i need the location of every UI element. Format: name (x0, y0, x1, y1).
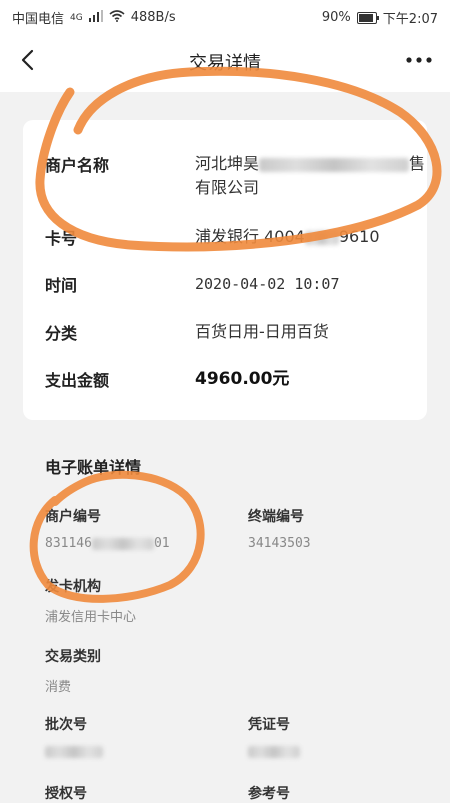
terminal-number-field: 终端编号 34143503 (248, 506, 311, 551)
status-bar: 中国电信 4G 488B/s 90% 下午2:07 (0, 0, 450, 30)
transaction-type-label: 交易类别 (45, 649, 101, 665)
category-value: 百货日用-日用百货 (195, 322, 329, 341)
voucher-number-field: 凭证号 (248, 714, 300, 759)
merchant-name-part: 售 (409, 154, 426, 173)
merchant-number-value: 831146 01 (45, 536, 170, 551)
more-dots-icon (406, 57, 432, 63)
auth-number-label: 授权号 (45, 786, 87, 802)
terminal-number-label: 终端编号 (248, 509, 304, 525)
auth-number-field: 授权号 (45, 783, 87, 803)
transaction-type-field: 交易类别 消费 (45, 646, 101, 695)
redacted-text (91, 537, 154, 550)
page-title: 交易详情 (189, 53, 261, 74)
clock: 下午2:07 (382, 12, 438, 27)
reference-number-label: 参考号 (248, 786, 290, 802)
batch-number-label: 批次号 (45, 717, 87, 733)
merchant-name-label: 商户名称 (45, 156, 110, 175)
redacted-text (304, 230, 339, 245)
merchant-name-part: 河北坤昊 (195, 154, 260, 173)
merchant-number-part: 831146 (45, 536, 92, 551)
transaction-type-value: 消费 (45, 680, 72, 695)
card-number-value: 浦发银行 4004 9610 (195, 225, 435, 249)
issuer-value: 浦发信用卡中心 (45, 610, 137, 625)
terminal-number-value: 34143503 (248, 536, 311, 551)
nav-bar: 交易详情 (0, 30, 450, 92)
redacted-text (248, 745, 300, 758)
carrier-label: 中国电信 (12, 12, 65, 27)
batch-number-value (45, 744, 103, 759)
time-label: 时间 (45, 276, 78, 295)
merchant-number-label: 商户编号 (45, 509, 101, 525)
redacted-text (45, 745, 103, 758)
redacted-text (259, 157, 410, 172)
wifi-icon (109, 9, 125, 26)
ebill-details-title: 电子账单详情 (45, 458, 142, 477)
card-number-part: 浦发银行 4004 (195, 227, 305, 246)
network-type: 4G (70, 12, 83, 23)
battery-icon (356, 11, 379, 24)
time-value: 2020-04-02 10:07 (195, 275, 340, 293)
amount-value: 4960.00元 (195, 369, 290, 389)
issuer-field: 发卡机构 浦发信用卡中心 (45, 576, 136, 625)
merchant-name-value: 河北坤昊 售 有限公司 (195, 152, 435, 200)
transaction-summary-card: 商户名称 河北坤昊 售 有限公司 卡号 浦发银行 4004 9610 时间 2020… (23, 120, 427, 420)
more-button[interactable] (402, 46, 436, 74)
amount-label: 支出金额 (45, 371, 110, 390)
voucher-number-value (248, 744, 300, 759)
battery-percent: 90% (321, 10, 351, 25)
merchant-number-part: 01 (153, 536, 170, 551)
issuer-label: 发卡机构 (45, 579, 101, 595)
category-label: 分类 (45, 324, 78, 343)
card-number-part: 9610 (338, 227, 380, 246)
merchant-number-field: 商户编号 831146 01 (45, 506, 170, 551)
card-number-label: 卡号 (45, 229, 78, 248)
merchant-name-part: 有限公司 (195, 178, 260, 197)
batch-number-field: 批次号 (45, 714, 103, 759)
voucher-number-label: 凭证号 (248, 717, 290, 733)
network-speed: 488B/s (130, 10, 176, 25)
reference-number-field: 参考号 (248, 783, 290, 803)
signal-icon (88, 9, 103, 26)
battery-fill (358, 13, 373, 22)
